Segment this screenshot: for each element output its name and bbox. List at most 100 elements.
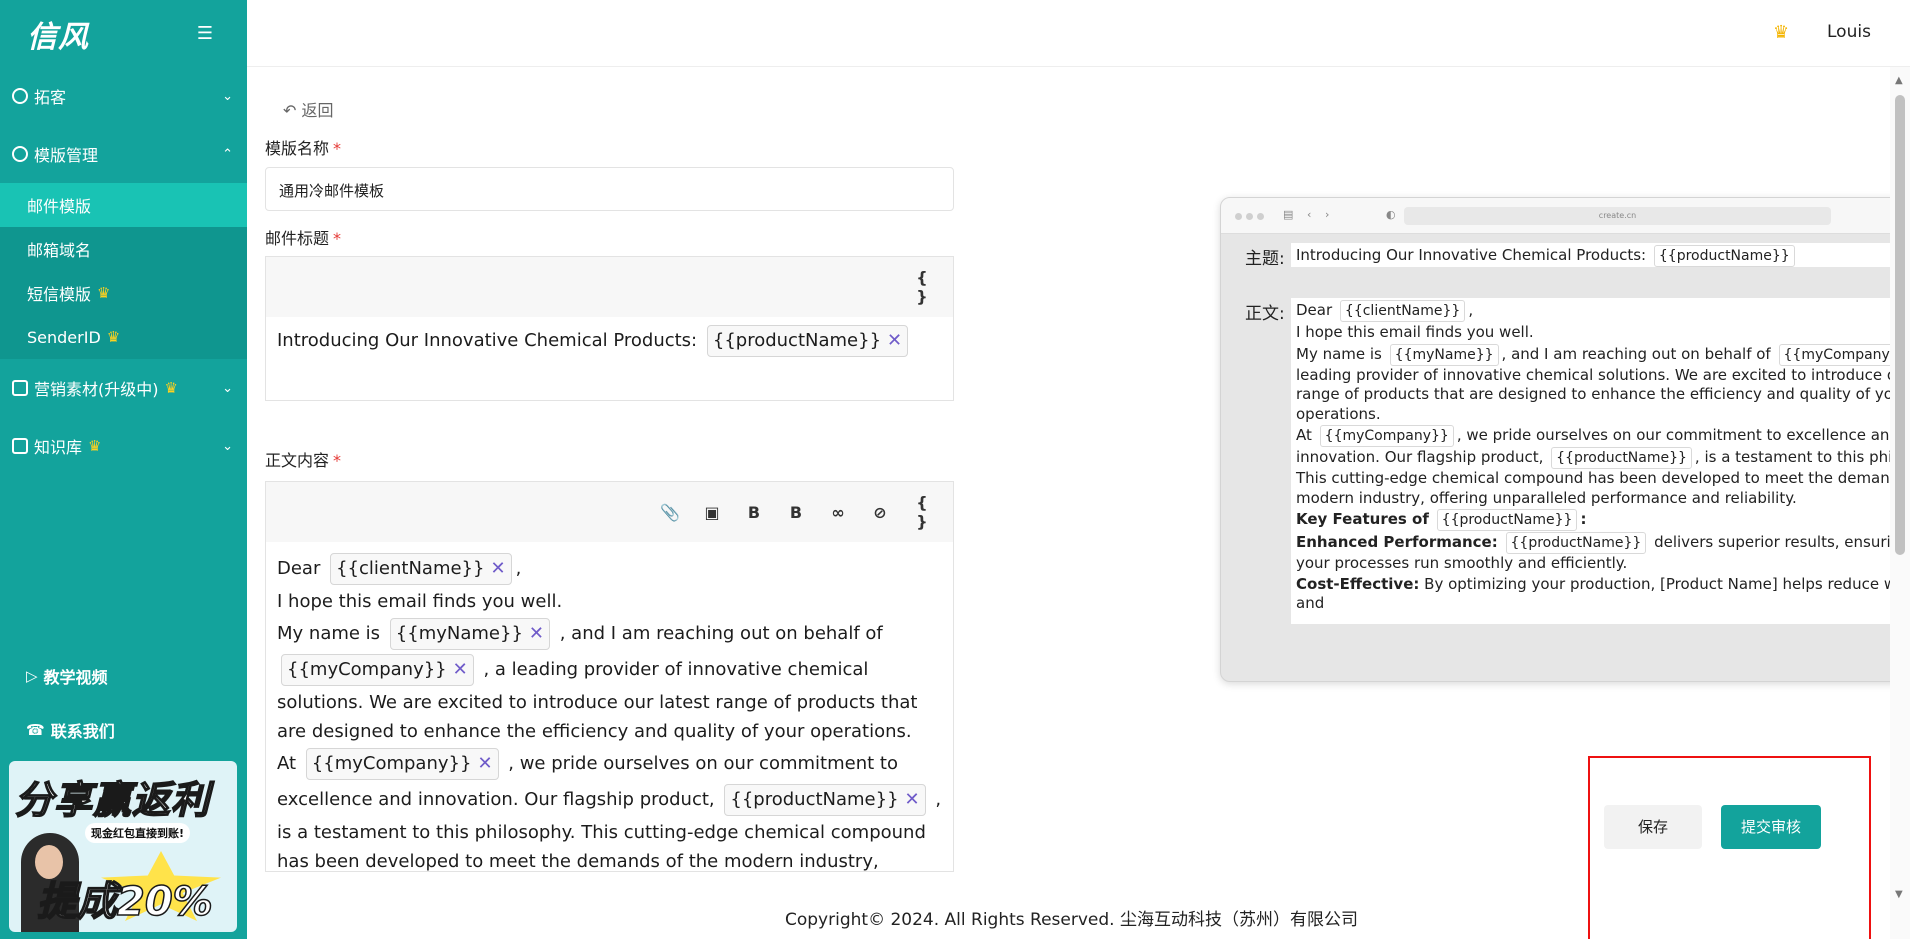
chevron-right-icon: › [1325,208,1330,221]
remove-variable-icon[interactable]: ✕ [453,659,468,680]
bold-alt-icon[interactable]: B [785,503,807,522]
check-circle-icon [12,146,28,162]
crown-icon: ♛ [97,284,111,302]
variable-chip: {{clientName}} ✕ [330,553,512,585]
insert-variable-icon[interactable]: { } [911,268,933,306]
save-button[interactable]: 保存 [1604,805,1702,849]
label-text: 邮件标题 [265,229,330,248]
body-editor[interactable]: 📎 ▣ B B ∞ ⊘ { } Dear {{clientName}} ✕, I … [265,481,954,872]
attachment-icon[interactable]: 📎 [659,503,681,522]
subject-editor-body[interactable]: Introducing Our Innovative Chemical Prod… [266,317,953,368]
remove-variable-icon[interactable]: ✕ [905,789,920,810]
variable-chip: {{productName}} ✕ [724,784,926,816]
preview-text: , and I am reaching out on behalf of [1501,344,1771,363]
preview-subject-text: Introducing Our Innovative Chemical Prod… [1296,246,1647,264]
preview-text: Dear [1296,301,1333,319]
preview-text: My name is [1296,344,1382,363]
variable-chip: {{myCompany}} ✕ [281,654,474,686]
sidebar-item-sender-id[interactable]: SenderID ♛ [0,315,247,359]
nav-group-knowledge[interactable]: 知识库 ♛ ⌄ [0,417,247,475]
sidebar-item-label: SenderID [27,327,101,347]
body-editor-content[interactable]: Dear {{clientName}} ✕, I hope this email … [266,542,953,871]
variable-chip: {{myCompany}} ✕ [305,748,499,780]
referral-promo-banner[interactable]: 分享赢返利 现金红包直接到账! 提成20% [9,761,237,932]
email-preview: ▤ ‹ › ◐ create.cn ⇧ + ⧉ 主题: Introducing … [1220,197,1910,682]
chevron-down-icon: ⌄ [222,88,233,104]
sidebar: 信风 ☰ 拓客 ⌄ 模版管理 ⌃ 邮件模版 邮箱域名 短信模版 ♛ Sender… [0,0,247,939]
nav-group-label: 营销素材(升级中) [34,380,159,399]
chip-text: {{productName}} [712,330,882,351]
video-icon: ▷ [26,667,38,685]
body-text: My name is [277,623,381,644]
nav-group-label: 模版管理 [34,146,99,165]
crown-icon: ♛ [88,437,102,455]
sidebar-item-sms-template[interactable]: 短信模版 ♛ [0,271,247,315]
book-icon [12,438,28,454]
chip-text: {{productName}} [730,789,899,810]
nav-group-templates[interactable]: 模版管理 ⌃ [0,125,247,183]
nav-group-label: 拓客 [34,88,67,107]
chevron-up-icon: ⌃ [222,146,233,162]
template-name-label: 模版名称 * [265,139,342,158]
chip-text: {{myCompany}} [311,753,472,774]
nav-group-marketing[interactable]: 营销素材(升级中) ♛ ⌄ [0,359,247,417]
sidebar-item-email-domain[interactable]: 邮箱域名 [0,227,247,271]
undo-icon: ↶ [283,101,297,120]
subject-text: Introducing Our Innovative Chemical Prod… [277,330,698,351]
crown-icon: ♛ [1773,22,1790,43]
menu-toggle-icon[interactable]: ☰ [197,23,213,44]
preview-variable-chip: {{productName}} [1505,532,1647,554]
preview-variable-chip: {{myCompany}} [1319,425,1454,447]
crown-icon: ♛ [164,379,178,397]
contact-us-link[interactable]: ☎ 联系我们 [26,718,115,742]
preview-text: At [1296,426,1312,444]
preview-text-bold: Cost-Effective: [1296,574,1420,593]
tutorial-video-link[interactable]: ▷ 教学视频 [26,664,108,688]
window-dot [1257,213,1264,220]
scroll-down-icon[interactable]: ▼ [1895,889,1903,900]
remove-variable-icon[interactable]: ✕ [490,558,505,579]
templates-submenu: 邮件模版 邮箱域名 短信模版 ♛ SenderID ♛ [0,183,247,359]
sidebar-item-email-template[interactable]: 邮件模版 [0,183,247,227]
unlink-icon[interactable]: ⊘ [869,503,891,522]
chevron-left-icon: ‹ [1307,208,1312,221]
template-name-input[interactable]: 通用冷邮件模板 [265,167,954,211]
mail-icon [12,380,28,396]
body-toolbar: 📎 ▣ B B ∞ ⊘ { } [266,482,953,542]
scrollbar-thumb[interactable] [1895,95,1905,555]
label-text: 模版名称 [265,139,330,158]
submit-review-button[interactable]: 提交审核 [1721,805,1821,849]
bold-icon[interactable]: B [743,503,765,522]
image-icon[interactable]: ▣ [701,503,723,522]
scroll-up-icon[interactable]: ▲ [1895,75,1903,86]
preview-variable-chip: {{productName}} [1653,245,1795,267]
phone-icon: ☎ [26,721,45,739]
body-text: , and I am reaching out on behalf of [559,623,883,644]
crown-icon: ♛ [106,328,121,346]
subject-editor[interactable]: { } Introducing Our Innovative Chemical … [265,256,954,401]
remove-variable-icon[interactable]: ✕ [529,623,544,644]
preview-subject-label: 主题: [1245,249,1285,269]
window-dot [1246,213,1253,220]
remove-variable-icon[interactable]: ✕ [887,330,902,351]
link-icon[interactable]: ∞ [827,503,849,522]
shield-icon: ◐ [1386,208,1396,221]
preview-variable-chip: {{clientName}} [1339,300,1466,322]
page-scrollbar[interactable]: ▲ ▼ [1890,67,1910,939]
sidebar-item-label: 邮箱域名 [27,241,92,260]
insert-variable-icon[interactable]: { } [911,493,933,531]
body-label: 正文内容 * [265,451,342,470]
remove-variable-icon[interactable]: ✕ [477,753,492,774]
footer-copyright: Copyright© 2024. All Rights Reserved. 尘海… [785,910,1358,930]
preview-subject: Introducing Our Innovative Chemical Prod… [1291,243,1910,267]
chip-text: {{myCompany}} [287,659,447,680]
app-logo: 信风 [27,19,89,55]
variable-chip: {{productName}} ✕ [706,325,909,357]
user-name[interactable]: Louis [1827,22,1871,42]
preview-variable-chip: {{productName}} [1436,509,1578,531]
subject-toolbar: { } [266,257,953,317]
body-text: At [277,753,297,774]
nav-group-prospecting[interactable]: 拓客 ⌄ [0,67,247,125]
preview-variable-chip: {{myName}} [1389,343,1499,366]
back-button[interactable]: ↶ 返回 [283,97,334,121]
